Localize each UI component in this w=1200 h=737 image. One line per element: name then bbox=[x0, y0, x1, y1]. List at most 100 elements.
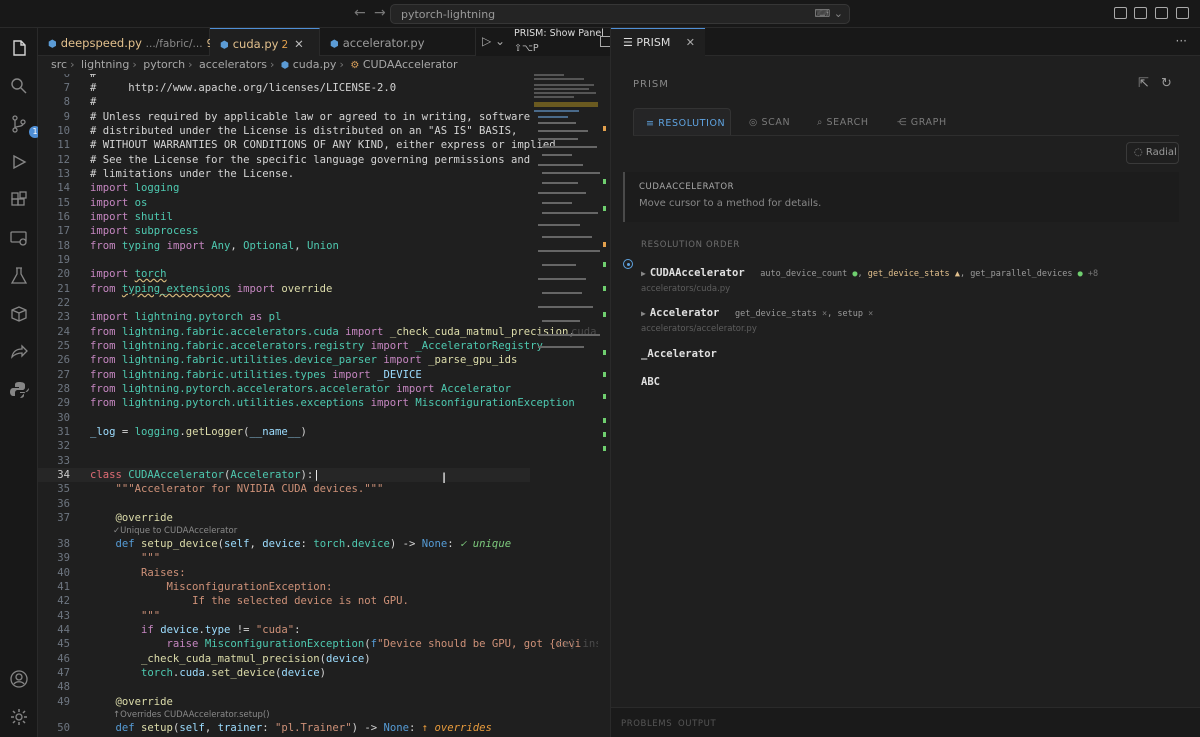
search-icon[interactable] bbox=[9, 76, 29, 96]
search-icon: ⌕ bbox=[817, 117, 823, 128]
refresh-icon[interactable]: ↻ bbox=[1161, 76, 1172, 91]
close-tab-icon[interactable]: ✕ bbox=[686, 36, 695, 49]
entry-path: accelerators/accelerator.py bbox=[641, 324, 757, 334]
customize-layout-icon[interactable] bbox=[1114, 7, 1127, 19]
explorer-icon[interactable] bbox=[9, 38, 29, 58]
tab-problems[interactable]: PROBLEMS bbox=[621, 719, 672, 729]
prism-show-panel-tooltip: ▷ ⌄ PRISM: Show Panel ⇧⌥P bbox=[476, 28, 611, 56]
tab-accelerator[interactable]: ⬢ accelerator.py bbox=[320, 28, 476, 56]
codelens-overrides[interactable]: ↑Overrides CUDAAccelerator.setup() bbox=[113, 709, 270, 721]
tab-prism[interactable]: ☰ PRISM ✕ bbox=[611, 28, 705, 56]
code-line: 20 import torch bbox=[57, 268, 167, 280]
radial-icon: ◌ bbox=[1134, 147, 1143, 158]
expand-chevron-icon[interactable]: ▶ bbox=[641, 269, 646, 278]
info-text: Move cursor to a method for details. bbox=[639, 198, 822, 209]
scan-icon: ◎ bbox=[749, 117, 758, 128]
tab-search[interactable]: ⌕ SEARCH bbox=[805, 108, 881, 136]
toggle-sidebar-icon[interactable] bbox=[1134, 7, 1147, 19]
run-debug-icon[interactable] bbox=[9, 152, 29, 172]
toggle-secondary-sidebar-icon[interactable] bbox=[1176, 7, 1189, 19]
mro-entry[interactable]: ABC bbox=[641, 370, 1181, 389]
settings-gear-icon[interactable] bbox=[9, 707, 29, 727]
breadcrumb-item[interactable]: pytorch bbox=[143, 58, 185, 71]
breadcrumb-item[interactable]: CUDAAccelerator bbox=[363, 58, 458, 71]
run-file-icon[interactable]: ▷ ⌄ bbox=[482, 34, 505, 48]
testing-icon[interactable] bbox=[9, 266, 29, 286]
remote-explorer-icon[interactable] bbox=[9, 228, 29, 248]
minimap[interactable] bbox=[534, 74, 600, 374]
tab-path: .../fabric/... bbox=[145, 38, 203, 50]
tab-scan[interactable]: ◎ SCAN bbox=[737, 108, 802, 136]
code-line: 31 _log = logging.getLogger(__name__) bbox=[57, 426, 307, 438]
graph-icon: ⋲ bbox=[897, 117, 908, 128]
breadcrumb-item[interactable]: accelerators bbox=[199, 58, 267, 71]
tab-deepspeed[interactable]: ⬢deepspeed.py .../fabric/...9+ bbox=[38, 28, 222, 56]
code-line: 33 bbox=[57, 455, 70, 467]
mro-entry[interactable]: _Accelerator bbox=[641, 342, 1181, 361]
live-share-icon[interactable] bbox=[9, 342, 29, 362]
code-line: 45 raise MisconfigurationException(f"Dev… bbox=[57, 638, 598, 650]
source-control-icon[interactable]: 1 bbox=[9, 114, 41, 138]
code-line: 17 import subprocess bbox=[57, 225, 199, 237]
close-tab-icon[interactable]: ✕ bbox=[294, 37, 304, 51]
code-line: 28 from lightning.pytorch.accelerators.ac… bbox=[57, 383, 512, 395]
code-line: 27 from lightning.fabric.utilities.types … bbox=[57, 369, 422, 381]
code-line-current: 34 class CUDAAccelerator(Accelerator):| bbox=[38, 468, 530, 483]
code-line: 16 import shutil bbox=[57, 211, 173, 223]
tab-output[interactable]: OUTPUT bbox=[678, 719, 716, 729]
entry-path: accelerators/cuda.py bbox=[641, 284, 731, 294]
back-arrow-icon[interactable]: ← bbox=[354, 5, 366, 21]
breadcrumb-item[interactable]: src bbox=[51, 58, 67, 71]
current-class-marker-icon bbox=[623, 259, 633, 269]
code-line: 19 bbox=[57, 254, 70, 266]
extensions-icon[interactable] bbox=[9, 190, 29, 210]
breadcrumb-item[interactable]: cuda.py bbox=[293, 58, 337, 71]
resolution-order-title: RESOLUTION ORDER bbox=[641, 240, 740, 250]
forward-arrow-icon[interactable]: → bbox=[374, 5, 386, 21]
tab-label: deepspeed.py bbox=[60, 36, 142, 50]
mro-entry[interactable]: ▶ CUDAAccelerator auto_device_count ●, ge… bbox=[641, 261, 1181, 294]
class-symbol-icon: ⚙ bbox=[350, 60, 360, 71]
expand-chevron-icon[interactable]: ▶ bbox=[641, 309, 646, 318]
title-bar: ← → pytorch-lightning ⌨ ⌄ bbox=[0, 0, 1200, 28]
command-center-label: pytorch-lightning bbox=[401, 8, 496, 21]
list-icon: ≡ bbox=[646, 118, 655, 129]
mro-entry[interactable]: ▶ Accelerator get_device_stats ×, setup ×… bbox=[641, 301, 1181, 334]
python-icon[interactable] bbox=[9, 380, 29, 400]
prism-title: PRISM bbox=[633, 79, 669, 90]
codelens-unique[interactable]: ✓Unique to CUDAAccelerator bbox=[113, 525, 237, 537]
tab-graph[interactable]: ⋲ GRAPH bbox=[885, 108, 959, 136]
code-line: 29 from lightning.pytorch.utilities.excep… bbox=[57, 397, 575, 409]
tab-cuda[interactable]: ⬢ cuda.py 2 ✕ bbox=[210, 28, 320, 56]
code-line: 50 def setup(self, trainer: "pl.Trainer"… bbox=[57, 722, 492, 734]
breadcrumb-item[interactable]: lightning bbox=[81, 58, 129, 71]
open-external-icon[interactable]: ⇱ bbox=[1138, 76, 1149, 91]
tab-label: accelerator.py bbox=[342, 36, 425, 50]
code-line: 48 bbox=[57, 681, 70, 693]
tab-resolution[interactable]: ≡ RESOLUTION bbox=[633, 108, 731, 136]
code-editor[interactable]: 6 # 7 # http://www.apache.org/licenses/LIC… bbox=[38, 74, 598, 737]
containers-icon[interactable] bbox=[9, 304, 29, 324]
tooltip-title: PRISM: Show Panel bbox=[514, 28, 604, 39]
toggle-panel-icon[interactable] bbox=[1155, 7, 1168, 19]
account-icon[interactable] bbox=[9, 669, 29, 689]
code-line: 7 # http://www.apache.org/licenses/LICENS… bbox=[63, 82, 397, 94]
code-line: 41 MisconfigurationException: bbox=[57, 581, 333, 593]
editor-area: ⬢deepspeed.py .../fabric/...9+ ⬢ cuda.py 2… bbox=[38, 28, 611, 737]
editor-scrollbar[interactable] bbox=[603, 74, 610, 737]
code-line: 8 # bbox=[63, 96, 97, 108]
radial-button[interactable]: ◌ Radial bbox=[1126, 142, 1179, 164]
code-line: 15 import os bbox=[57, 197, 148, 209]
command-center-search[interactable]: pytorch-lightning ⌨ ⌄ bbox=[390, 4, 850, 24]
problem-count: 2 bbox=[281, 39, 289, 51]
copilot-icon[interactable]: ⌨ ⌄ bbox=[814, 7, 843, 20]
python-file-icon: ⬢ bbox=[330, 39, 339, 50]
editor-tabs: ⬢deepspeed.py .../fabric/...9+ ⬢cuda.py2… bbox=[38, 28, 611, 56]
code-line: 39 """ bbox=[57, 552, 161, 564]
code-line: 25 from lightning.fabric.accelerators.reg… bbox=[57, 340, 543, 352]
text-cursor-icon: I bbox=[442, 471, 447, 487]
more-actions-icon[interactable]: ··· bbox=[1176, 34, 1187, 48]
code-line: 13 # limitations under the License. bbox=[57, 168, 295, 180]
tab-label: PRISM bbox=[636, 36, 671, 49]
python-file-icon: ⬢ bbox=[220, 40, 229, 51]
